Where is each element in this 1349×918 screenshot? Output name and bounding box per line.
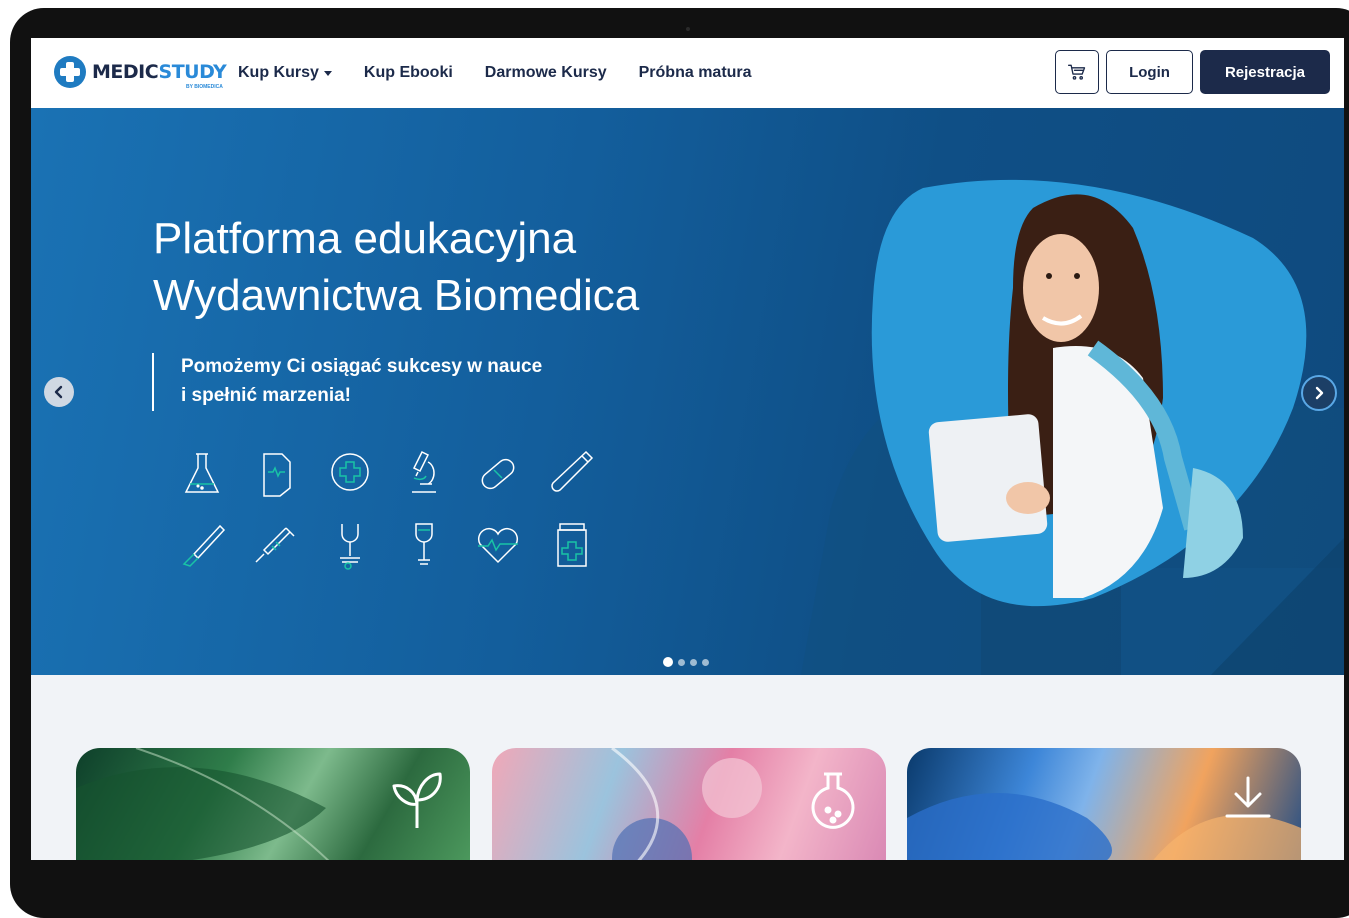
nav-item-probna-matura[interactable]: Próbna matura [639, 64, 752, 82]
logo-text-study: STUDY [158, 60, 227, 83]
slider-next-button[interactable] [1301, 375, 1337, 411]
slide-indicator[interactable] [702, 658, 709, 666]
category-cards [31, 675, 1344, 860]
category-card-biology[interactable] [76, 748, 470, 860]
cart-icon [1068, 64, 1086, 80]
slide-indicator[interactable] [663, 657, 673, 667]
slider-indicators [663, 657, 714, 667]
hero-subtitle-line: Pomożemy Ci osiągać sukcesy w nauce [181, 356, 543, 377]
iv-drip-icon [415, 523, 433, 565]
logo-wordmark: MEDICSTUDY [92, 60, 227, 83]
medicine-jar-icon [557, 523, 587, 567]
leaf-icon [392, 772, 442, 828]
logo-text-medic: MEDIC [92, 60, 159, 83]
hero-subtitle: Pomożemy Ci osiągać sukcesy w nauce i sp… [181, 352, 641, 410]
medicstudy-logo[interactable]: MEDICSTUDY BY BIOMEDICA [54, 56, 227, 90]
hero-subtitle-line: i spełnić marzenia! [181, 385, 352, 406]
test-tube-icon [551, 450, 594, 492]
category-card-free-download[interactable] [907, 748, 1301, 860]
nav-item-label: Kup Ebooki [363, 64, 453, 81]
hero-title: Platforma edukacyjna Wydawnictwa Biomedi… [153, 210, 639, 324]
hero-title-line: Wydawnictwa Biomedica [153, 271, 640, 320]
ekg-document-icon [263, 453, 291, 497]
hero-slider: Platforma edukacyjna Wydawnictwa Biomedi… [31, 108, 1344, 675]
nav-item-label: Próbna matura [638, 64, 752, 81]
student-photo [871, 179, 1307, 607]
main-nav: Kup Kursy Kup Ebooki Darmowe Kursy Próbn… [238, 38, 784, 108]
stethoscope-icon [340, 524, 360, 570]
hero-title-line: Platforma edukacyjna [153, 214, 577, 263]
nav-item-label: Darmowe Kursy [484, 64, 607, 81]
login-button[interactable]: Login [1106, 50, 1193, 94]
download-icon [1225, 776, 1271, 818]
caret-down-icon [323, 70, 332, 76]
nav-item-darmowe-kursy[interactable]: Darmowe Kursy [485, 64, 607, 82]
chevron-right-icon [1315, 386, 1324, 400]
nav-item-label: Kup Kursy [238, 64, 319, 81]
subtitle-divider [152, 353, 154, 411]
nav-item-kup-ebooki[interactable]: Kup Ebooki [364, 64, 453, 82]
top-navbar: MEDICSTUDY BY BIOMEDICA Kup Kursy Kup Eb… [31, 38, 1344, 108]
register-button[interactable]: Rejestracja [1200, 50, 1330, 94]
cart-button[interactable] [1055, 50, 1099, 94]
microscope-icon [412, 450, 436, 493]
slider-prev-button[interactable] [44, 377, 74, 407]
chemistry-flask-icon [811, 772, 855, 829]
slide-indicator[interactable] [690, 658, 697, 666]
slide-indicator[interactable] [678, 658, 685, 666]
medical-cross-icon [331, 453, 369, 491]
flask-icon [184, 453, 220, 493]
logo-tagline: BY BIOMEDICA [186, 84, 223, 90]
heart-rate-icon [477, 528, 519, 564]
logo-cross-icon [54, 56, 86, 88]
tablet-camera [686, 27, 690, 31]
scalpel-icon [182, 524, 226, 567]
category-card-chemistry[interactable] [492, 748, 886, 860]
screen: MEDICSTUDY BY BIOMEDICA Kup Kursy Kup Eb… [31, 38, 1344, 860]
chevron-left-icon [54, 385, 63, 399]
pill-icon [481, 458, 515, 490]
nav-item-kup-kursy[interactable]: Kup Kursy [238, 64, 332, 82]
syringe-icon [255, 527, 295, 563]
